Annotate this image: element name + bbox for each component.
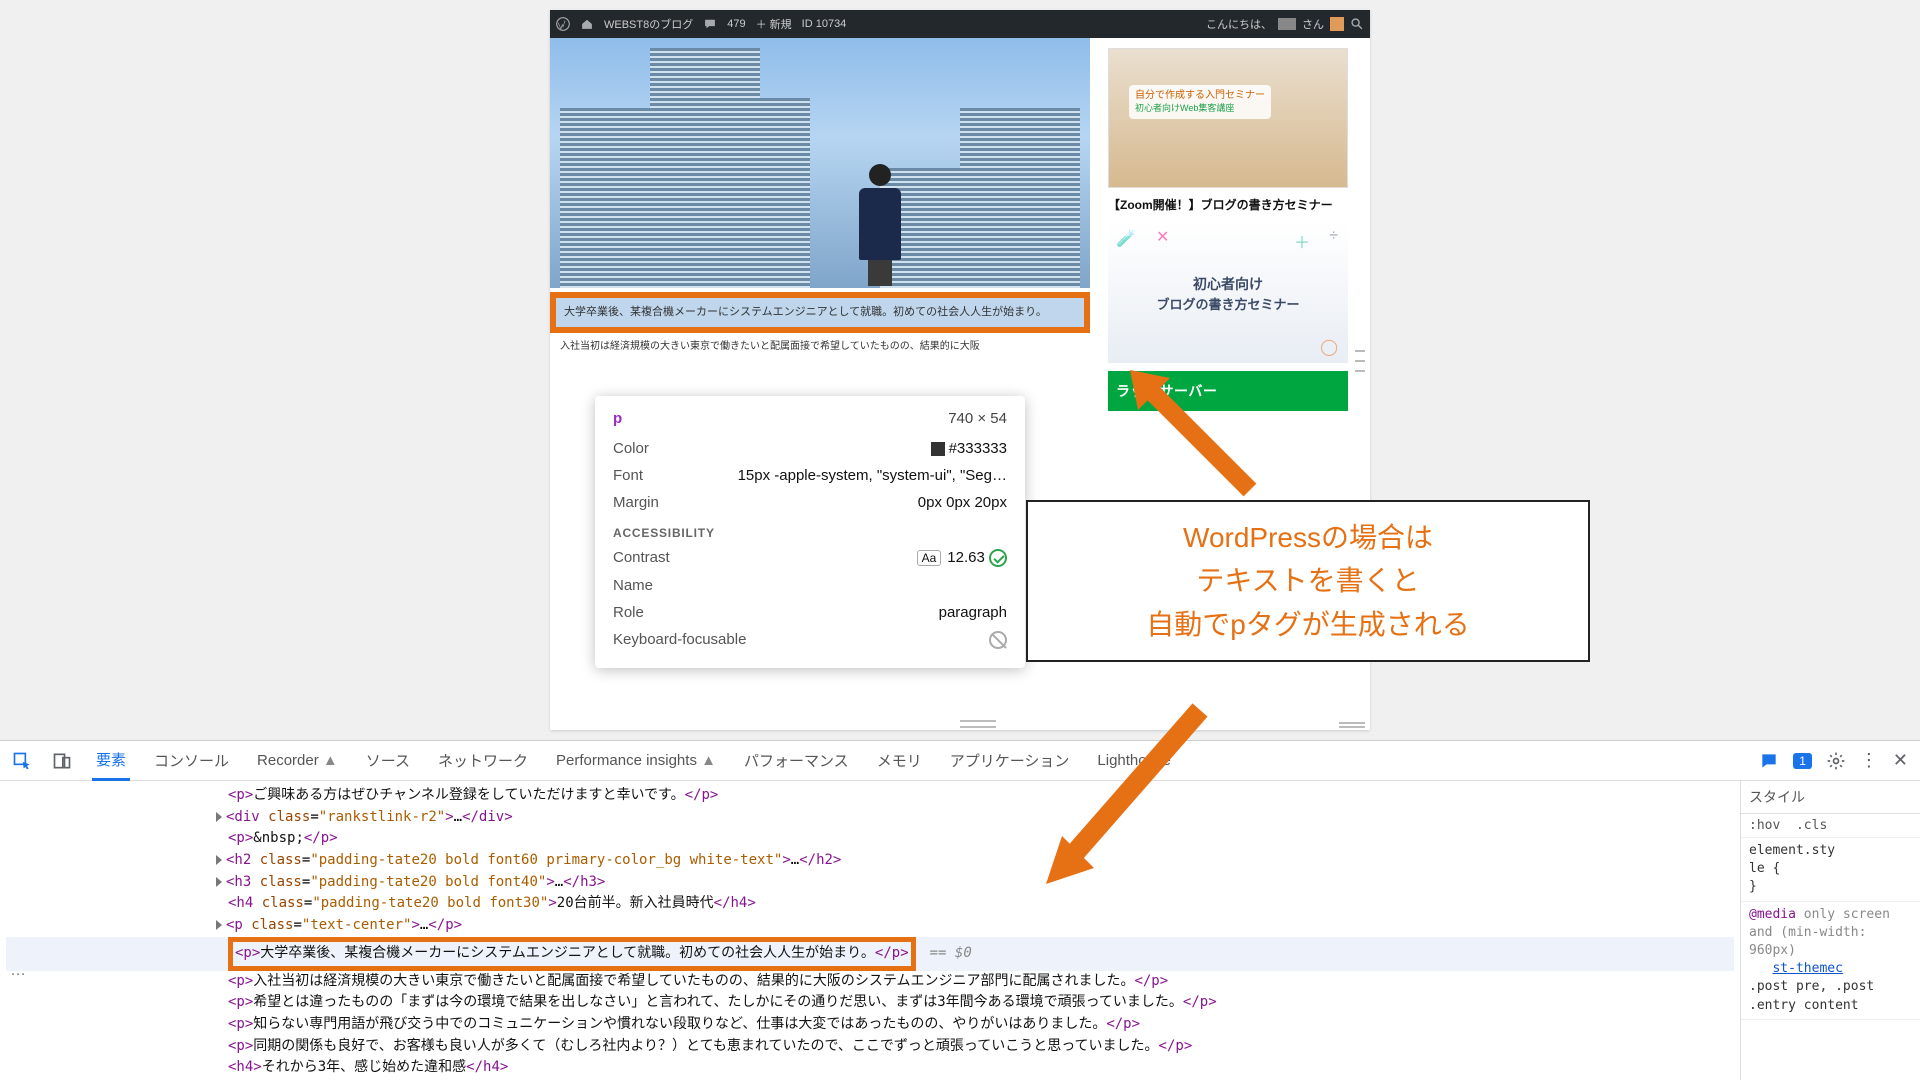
main-column: 大学卒業後、某複合機メーカーにシステムエンジニアとして就職。初めての社会人人生が… (550, 38, 1090, 411)
tooltip-contrast-value: 12.63 (947, 549, 985, 566)
sidebar-card-2[interactable]: 🧪✕ ＋÷ ◯ 初心者向け ブログの書き方セミナー (1108, 223, 1348, 363)
tooltip-role-value: paragraph (939, 604, 1007, 621)
tab-perf-insights[interactable]: Performance insights ▲ (552, 744, 720, 777)
sidebar-card-1-line2: 初心者向けWeb集客講座 (1135, 103, 1234, 113)
tooltip-font-label: Font (613, 467, 643, 484)
wp-admin-bar[interactable]: WEBST8のブログ 479 ＋ 新規 ID 10734 こんにちは、 さん (550, 10, 1370, 38)
tab-console[interactable]: コンソール (150, 742, 233, 779)
tab-memory[interactable]: メモリ (873, 742, 926, 779)
comment-count[interactable]: 479 (727, 18, 745, 30)
highlighted-paragraph: 大学卒業後、某複合機メーカーにシステムエンジニアとして就職。初めての社会人人生が… (550, 292, 1090, 333)
greeting-text: こんにちは、 (1206, 16, 1272, 32)
sidebar-column: 自分で作成する入門セミナー 初心者向けWeb集客講座 【Zoom開催！】ブログの… (1108, 38, 1348, 411)
cls-toggle[interactable]: .cls (1796, 818, 1827, 833)
element-style-block[interactable]: element.sty le { } (1741, 838, 1920, 902)
username[interactable]: さん (1302, 16, 1324, 32)
devtools-tabbar: 要素 コンソール Recorder ▲ ソース ネットワーク Performan… (0, 741, 1920, 781)
sidebar-title-1[interactable]: 【Zoom開催！】ブログの書き方セミナー (1108, 196, 1348, 213)
card2-line1: 初心者向け (1193, 274, 1263, 294)
more-icon[interactable]: ⋮ (1860, 750, 1879, 771)
next-paragraph: 入社当初は経済規模の大きい東京で働きたいと配属面接で希望していたものの、結果的に… (550, 333, 1090, 354)
tab-elements[interactable]: 要素 (92, 741, 130, 781)
annotation-arrow-1 (1120, 360, 1260, 500)
post-id: ID 10734 (802, 18, 847, 30)
tooltip-margin-value: 0px 0px 20px (918, 494, 1007, 511)
tooltip-dimensions: 740 × 54 (948, 410, 1007, 427)
close-icon[interactable]: ✕ (1893, 750, 1908, 771)
search-icon[interactable] (1350, 17, 1364, 31)
avatar-small (1330, 17, 1344, 31)
color-swatch (931, 442, 945, 456)
new-button[interactable]: ＋ 新規 (756, 16, 792, 32)
styles-panel[interactable]: スタイル :hov .cls element.sty le { } @media… (1740, 781, 1920, 1080)
sidebar-card-1-line1: 自分で作成する入門セミナー (1135, 90, 1265, 101)
horizontal-resize-grip-2[interactable] (1339, 720, 1365, 730)
sidebar-card-1[interactable]: 自分で作成する入門セミナー 初心者向けWeb集客講座 (1108, 48, 1348, 188)
callout-line-1: WordPressの場合は (1048, 516, 1568, 559)
inspect-element-icon[interactable] (12, 751, 32, 771)
home-icon[interactable] (580, 17, 594, 31)
device-toggle-icon[interactable] (52, 751, 72, 771)
tooltip-name-label: Name (613, 577, 653, 594)
media-query-block[interactable]: @media only screen and (min-width: 960px… (1741, 902, 1920, 1020)
annotation-arrow-2 (1030, 700, 1230, 900)
hov-toggle[interactable]: :hov (1749, 818, 1780, 833)
tooltip-kf-label: Keyboard-focusable (613, 631, 746, 649)
comment-icon[interactable] (703, 17, 717, 31)
gear-icon[interactable] (1826, 751, 1846, 771)
tooltip-color-label: Color (613, 440, 649, 457)
selected-element-line: <p>大学卒業後、某複合機メーカーにシステムエンジニアとして就職。初めての社会人… (6, 937, 1734, 971)
tooltip-font-value: 15px -apple-system, "system-ui", "Seg… (738, 467, 1007, 484)
not-focusable-icon (989, 631, 1007, 649)
aa-badge: Aa (917, 550, 942, 566)
tooltip-color-value: #333333 (949, 440, 1007, 457)
content-row: 大学卒業後、某複合機メーカーにシステムエンジニアとして就職。初めての社会人人生が… (550, 38, 1370, 411)
devtools-panel: 要素 コンソール Recorder ▲ ソース ネットワーク Performan… (0, 740, 1920, 1080)
callout-line-2: テキストを書くと (1048, 559, 1568, 602)
horizontal-resize-grip[interactable] (960, 720, 996, 728)
issues-count[interactable]: 1 (1793, 753, 1812, 769)
hero-image (550, 38, 1090, 288)
overflow-ellipsis: … (10, 962, 28, 980)
callout-line-3: 自動でpタグが生成される (1048, 603, 1568, 646)
tooltip-a11y-header: ACCESSIBILITY (613, 526, 1007, 540)
vertical-resize-grip[interactable] (1355, 350, 1365, 372)
tab-performance[interactable]: パフォーマンス (740, 742, 853, 779)
card2-line2: ブログの書き方セミナー (1156, 294, 1299, 313)
tooltip-role-label: Role (613, 604, 644, 621)
avatar (1278, 18, 1296, 30)
wordpress-icon[interactable] (556, 17, 570, 31)
tab-network[interactable]: ネットワーク (434, 742, 532, 779)
tab-sources[interactable]: ソース (362, 742, 414, 779)
tooltip-contrast-label: Contrast (613, 549, 670, 567)
issues-icon[interactable] (1759, 751, 1779, 771)
stylesheet-link[interactable]: st-themec (1772, 961, 1842, 976)
inspect-tooltip: p 740 × 54 Color #333333 Font 15px -apple-… (595, 396, 1025, 668)
check-icon (989, 549, 1007, 567)
site-title[interactable]: WEBST8のブログ (604, 16, 693, 32)
annotation-callout: WordPressの場合は テキストを書くと 自動でpタグが生成される (1026, 500, 1590, 662)
highlighted-text: 大学卒業後、某複合機メーカーにシステムエンジニアとして就職。初めての社会人人生が… (564, 306, 1047, 318)
tooltip-margin-label: Margin (613, 494, 659, 511)
elements-tree[interactable]: <p>ご興味ある方はぜひチャンネル登録をしていただけますと幸いです。</p> <… (0, 781, 1740, 1080)
tab-recorder[interactable]: Recorder ▲ (253, 744, 342, 777)
styles-header[interactable]: スタイル (1741, 781, 1920, 814)
tooltip-tag: p (613, 410, 622, 427)
